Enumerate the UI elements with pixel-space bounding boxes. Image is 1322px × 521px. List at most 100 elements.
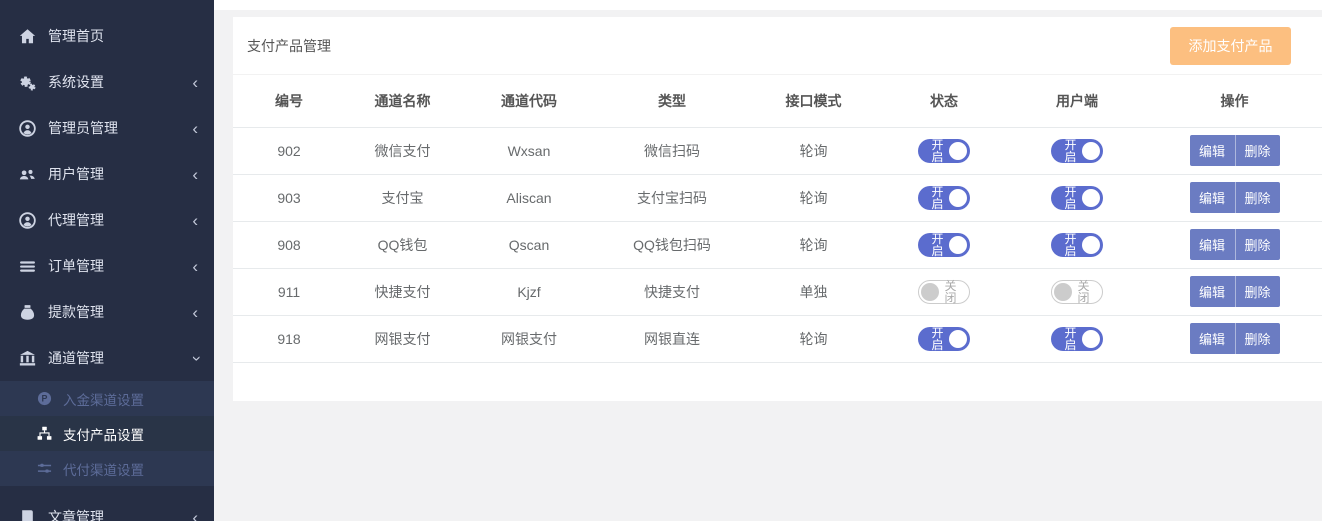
delete-button[interactable]: 删除	[1235, 135, 1280, 166]
chevron-icon: ‹	[187, 355, 204, 361]
column-header: 通道代码	[460, 75, 598, 127]
agent-icon	[19, 212, 36, 229]
chevron-icon: ‹	[192, 509, 198, 521]
sidebar: 管理首页 系统设置 ‹ 管理员管理 ‹ 用户管理 ‹ 代理管理 ‹ 订单管理 ‹…	[0, 0, 214, 521]
sidebar-item-label: 提款管理	[48, 302, 192, 322]
cell-actions: 编辑 删除	[1147, 268, 1322, 315]
sidebar-menu-top: 管理首页 系统设置 ‹ 管理员管理 ‹ 用户管理 ‹ 代理管理 ‹ 订单管理 ‹…	[0, 13, 214, 381]
edit-button[interactable]: 编辑	[1190, 276, 1235, 307]
cell-client: 开启	[1007, 127, 1147, 174]
delete-button[interactable]: 删除	[1235, 323, 1280, 354]
row-actions: 编辑 删除	[1190, 323, 1280, 354]
table-row: 903 支付宝 Aliscan 支付宝扫码 轮询 开启 开启 编辑 删除	[233, 174, 1322, 221]
chevron-icon: ‹	[192, 212, 198, 229]
table-row: 902 微信支付 Wxsan 微信扫码 轮询 开启 开启 编辑 删除	[233, 127, 1322, 174]
cell-client: 开启	[1007, 315, 1147, 362]
cell-type: 支付宝扫码	[598, 174, 746, 221]
sidebar-item-channel-manage[interactable]: 通道管理 ‹	[0, 335, 214, 381]
delete-button[interactable]: 删除	[1235, 276, 1280, 307]
cell-type: 网银直连	[598, 315, 746, 362]
status-toggle-on[interactable]: 开启	[918, 186, 970, 210]
row-actions: 编辑 删除	[1190, 182, 1280, 213]
cell-channel-name: 快捷支付	[345, 268, 460, 315]
bank-icon	[19, 350, 36, 367]
home-icon	[19, 28, 36, 45]
sidebar-item-system-settings[interactable]: 系统设置 ‹	[0, 59, 214, 105]
cell-status: 开启	[881, 315, 1007, 362]
table-row: 911 快捷支付 Kjzf 快捷支付 单独 关闭 关闭 编辑 删除	[233, 268, 1322, 315]
orders-icon	[19, 258, 36, 275]
admin-icon	[19, 120, 36, 137]
sidebar-menu: 管理首页 系统设置 ‹ 管理员管理 ‹ 用户管理 ‹ 代理管理 ‹ 订单管理 ‹…	[0, 0, 214, 521]
sidebar-item-withdraw-manage[interactable]: 提款管理 ‹	[0, 289, 214, 335]
sidebar-subitem-label: 入金渠道设置	[63, 389, 144, 409]
svg-text:P: P	[42, 394, 48, 404]
edit-button[interactable]: 编辑	[1190, 135, 1235, 166]
sidebar-item-label: 管理员管理	[48, 118, 192, 138]
app-root: 管理首页 系统设置 ‹ 管理员管理 ‹ 用户管理 ‹ 代理管理 ‹ 订单管理 ‹…	[0, 0, 1322, 521]
edit-button[interactable]: 编辑	[1190, 182, 1235, 213]
cell-status: 关闭	[881, 268, 1007, 315]
sidebar-subitem-label: 代付渠道设置	[63, 459, 144, 479]
sidebar-item-order-manage[interactable]: 订单管理 ‹	[0, 243, 214, 289]
cell-interface-mode: 轮询	[746, 315, 881, 362]
delete-button[interactable]: 删除	[1235, 182, 1280, 213]
cell-client: 关闭	[1007, 268, 1147, 315]
content-area: 支付产品管理 添加支付产品 编号通道名称通道代码类型接口模式状态用户端操作 90…	[214, 0, 1322, 521]
cell-status: 开启	[881, 174, 1007, 221]
card-header: 支付产品管理 添加支付产品	[233, 17, 1322, 75]
chevron-icon: ‹	[192, 120, 198, 137]
column-header: 状态	[881, 75, 1007, 127]
p-circle-icon: P	[37, 391, 52, 406]
cell-interface-mode: 轮询	[746, 127, 881, 174]
sidebar-subitem-payout-channel-settings[interactable]: 代付渠道设置	[0, 451, 214, 486]
sidebar-subitem-payment-product-settings[interactable]: 支付产品设置	[0, 416, 214, 451]
client-toggle-on[interactable]: 开启	[1051, 327, 1103, 351]
add-payment-product-button[interactable]: 添加支付产品	[1170, 27, 1291, 65]
cell-type: 微信扫码	[598, 127, 746, 174]
sidebar-item-user-manage[interactable]: 用户管理 ‹	[0, 151, 214, 197]
sidebar-item-label: 文章管理	[48, 507, 192, 521]
status-toggle-on[interactable]: 开启	[918, 233, 970, 257]
client-toggle-off[interactable]: 关闭	[1051, 280, 1103, 304]
edit-button[interactable]: 编辑	[1190, 323, 1235, 354]
cell-channel-code: 网银支付	[460, 315, 598, 362]
cell-channel-code: Aliscan	[460, 174, 598, 221]
chevron-icon: ‹	[192, 304, 198, 321]
table-row: 918 网银支付 网银支付 网银直连 轮询 开启 开启 编辑 删除	[233, 315, 1322, 362]
delete-button[interactable]: 删除	[1235, 229, 1280, 260]
page-title: 支付产品管理	[247, 36, 331, 56]
status-toggle-on[interactable]: 开启	[918, 327, 970, 351]
toggle-knob-icon	[949, 189, 967, 207]
status-toggle-on[interactable]: 开启	[918, 139, 970, 163]
cell-actions: 编辑 删除	[1147, 315, 1322, 362]
column-header: 类型	[598, 75, 746, 127]
cell-interface-mode: 轮询	[746, 221, 881, 268]
client-toggle-on[interactable]: 开启	[1051, 186, 1103, 210]
sidebar-item-label: 代理管理	[48, 210, 192, 230]
edit-button[interactable]: 编辑	[1190, 229, 1235, 260]
client-toggle-on[interactable]: 开启	[1051, 139, 1103, 163]
toggle-knob-icon	[1054, 283, 1072, 301]
sidebar-menu-bottom: 文章管理 ‹	[0, 494, 214, 521]
sidebar-item-label: 订单管理	[48, 256, 192, 276]
cell-status: 开启	[881, 221, 1007, 268]
cell-id: 903	[233, 174, 345, 221]
sidebar-item-home[interactable]: 管理首页	[0, 13, 214, 59]
client-toggle-on[interactable]: 开启	[1051, 233, 1103, 257]
toggle-knob-icon	[949, 330, 967, 348]
cell-channel-code: Qscan	[460, 221, 598, 268]
cell-status: 开启	[881, 127, 1007, 174]
gears-icon	[19, 74, 36, 91]
row-actions: 编辑 删除	[1190, 229, 1280, 260]
cell-channel-code: Wxsan	[460, 127, 598, 174]
sidebar-item-agent-manage[interactable]: 代理管理 ‹	[0, 197, 214, 243]
sidebar-subitem-deposit-channel-settings[interactable]: P 入金渠道设置	[0, 381, 214, 416]
sidebar-item-article-manage[interactable]: 文章管理 ‹	[0, 494, 214, 521]
cell-interface-mode: 单独	[746, 268, 881, 315]
sliders-icon	[37, 461, 52, 476]
table-body: 902 微信支付 Wxsan 微信扫码 轮询 开启 开启 编辑 删除 903 支…	[233, 127, 1322, 362]
status-toggle-off[interactable]: 关闭	[918, 280, 970, 304]
sidebar-item-admin-manage[interactable]: 管理员管理 ‹	[0, 105, 214, 151]
cell-actions: 编辑 删除	[1147, 174, 1322, 221]
